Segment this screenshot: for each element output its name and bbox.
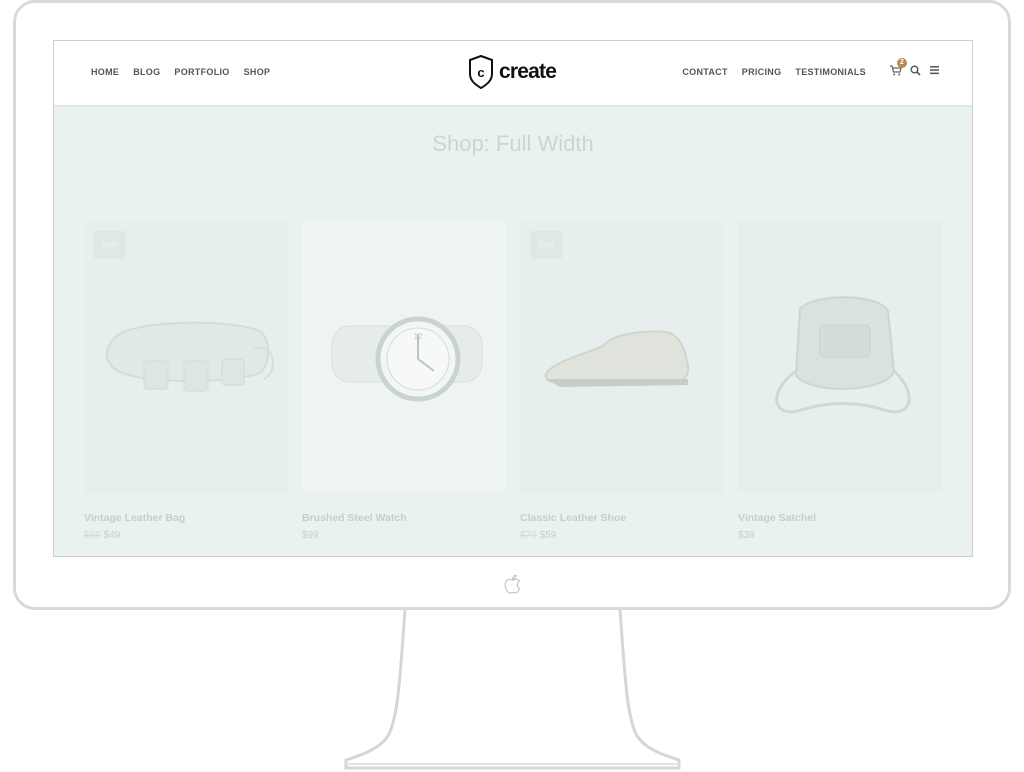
shield-logo-icon: c <box>469 54 493 90</box>
site-logo[interactable]: c create <box>467 54 557 90</box>
site-header: HOME BLOG PORTFOLIO SHOP c create CONTAC… <box>54 41 972 105</box>
product-card[interactable]: 12 Brushed Steel Watch $99 <box>302 221 506 541</box>
bag-image <box>106 321 274 392</box>
search-icon[interactable] <box>910 65 921 76</box>
product-price: $59 $49 <box>84 530 288 541</box>
current-price: $59 <box>539 530 557 541</box>
header-icons: 2 <box>890 58 940 76</box>
svg-text:12: 12 <box>414 332 423 341</box>
sale-badge: Sale <box>530 231 562 259</box>
sale-badge: Sale <box>94 231 126 259</box>
old-price: $59 <box>84 530 101 541</box>
product-thumbnail[interactable]: Sale <box>520 221 724 493</box>
nav-blog[interactable]: BLOG <box>133 67 160 77</box>
apple-logo-icon <box>504 574 521 594</box>
browser-screen: HOME BLOG PORTFOLIO SHOP c create CONTAC… <box>53 40 973 557</box>
nav-left: HOME BLOG PORTFOLIO SHOP <box>91 67 270 77</box>
satchel-image <box>775 296 911 414</box>
nav-portfolio[interactable]: PORTFOLIO <box>174 67 229 77</box>
page-title: Shop: Full Width <box>432 131 594 156</box>
product-name[interactable]: Vintage Satchel <box>738 512 942 524</box>
current-price: $49 <box>103 530 121 541</box>
cart-button[interactable]: 2 <box>890 58 907 76</box>
product-thumbnail[interactable]: Sale <box>84 221 288 493</box>
product-card[interactable]: Sale Classic Leather Shoe $79 $59 <box>520 221 724 541</box>
product-price: $79 $59 <box>520 530 724 541</box>
logo-letter: c <box>477 65 484 80</box>
shoe-image <box>544 330 690 387</box>
current-price: $39 <box>738 530 755 541</box>
nav-right: CONTACT PRICING TESTIMONIALS <box>682 67 866 77</box>
product-name[interactable]: Vintage Leather Bag <box>84 512 288 524</box>
old-price: $79 <box>520 530 537 541</box>
current-price: $99 <box>302 530 319 541</box>
nav-testimonials[interactable]: TESTIMONIALS <box>795 67 866 77</box>
logo-text: create <box>499 60 557 83</box>
monitor-stand <box>344 609 681 770</box>
nav-home[interactable]: HOME <box>91 67 119 77</box>
cart-count-badge: 2 <box>897 58 907 68</box>
product-price: $99 <box>302 530 506 541</box>
product-grid: Sale Vintage Leather Bag $59 $49 12 Brush… <box>84 221 944 541</box>
nav-contact[interactable]: CONTACT <box>682 67 727 77</box>
watch-image: 12 <box>331 316 483 402</box>
nav-pricing[interactable]: PRICING <box>742 67 782 77</box>
product-price: $39 <box>738 530 942 541</box>
product-card[interactable]: Sale Vintage Leather Bag $59 $49 <box>84 221 288 541</box>
product-card[interactable]: Vintage Satchel $39 <box>738 221 942 541</box>
product-thumbnail[interactable]: 12 <box>302 221 506 493</box>
menu-icon[interactable] <box>929 65 940 75</box>
product-name[interactable]: Classic Leather Shoe <box>520 512 724 524</box>
product-name[interactable]: Brushed Steel Watch <box>302 512 506 524</box>
product-thumbnail[interactable] <box>738 221 942 493</box>
nav-shop[interactable]: SHOP <box>244 67 271 77</box>
